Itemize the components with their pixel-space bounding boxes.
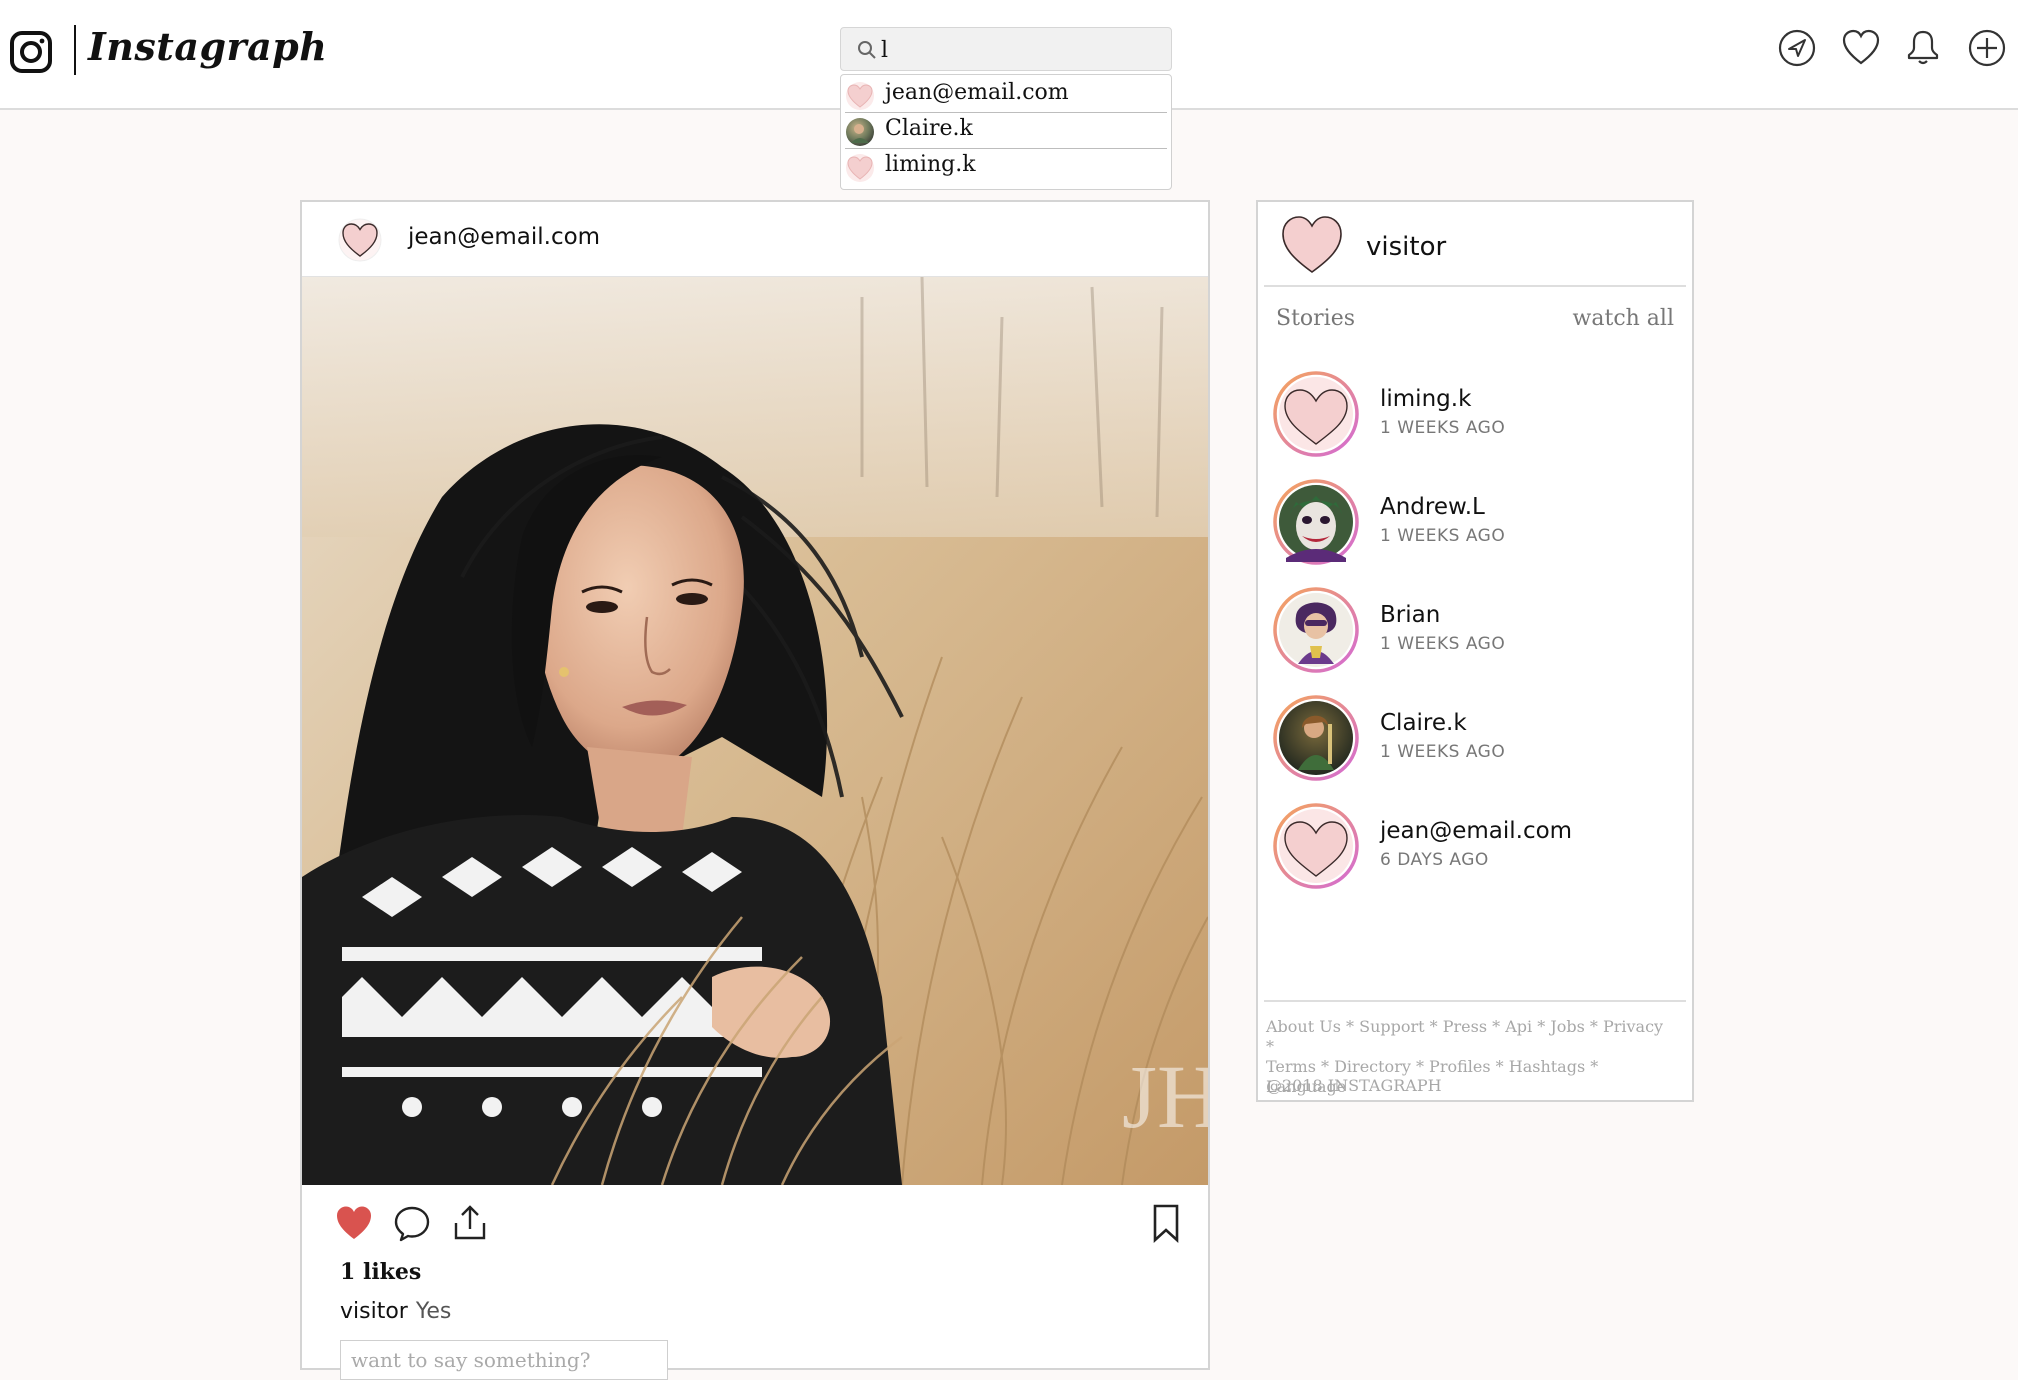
story-time: 1 WEEKS AGO	[1380, 634, 1506, 654]
copyright-text: @2018 INSTAGRAPH	[1266, 1076, 1442, 1095]
like-icon[interactable]	[334, 1203, 374, 1243]
suggestion-label: liming.k	[885, 152, 976, 177]
add-icon[interactable]	[1967, 28, 2007, 68]
heart-avatar-icon	[846, 154, 874, 182]
bookmark-icon[interactable]	[1146, 1203, 1186, 1243]
suggestion-item[interactable]: liming.k	[845, 149, 1167, 184]
suggestion-label: jean@email.com	[885, 80, 1069, 105]
story-username: Brian	[1380, 602, 1441, 628]
post-action-bar	[302, 1197, 1208, 1257]
story-time: 6 DAYS AGO	[1380, 850, 1489, 870]
joker-avatar-icon	[1273, 479, 1359, 565]
sidebar-panel: visitor Stories watch all liming.k 1 WEE…	[1256, 200, 1694, 1102]
story-item[interactable]: jean@email.com 6 DAYS AGO	[1272, 802, 1682, 892]
footer-links-line-1[interactable]: About Us * Support * Press * Api * Jobs …	[1266, 1017, 1666, 1057]
watch-all-link[interactable]: watch all	[1573, 306, 1674, 331]
story-username: Claire.k	[1380, 710, 1467, 736]
share-icon[interactable]	[450, 1203, 490, 1243]
heart-avatar-icon	[1273, 371, 1359, 457]
warrior-avatar-icon	[1273, 695, 1359, 781]
caption-text: Yes	[415, 1299, 452, 1324]
stories-heading: Stories	[1276, 306, 1356, 331]
comment-input[interactable]	[341, 1341, 667, 1379]
story-username: jean@email.com	[1380, 818, 1573, 844]
character-avatar-icon	[846, 118, 874, 146]
post-card: jean@email.com JH 1 likes visitor Yes wa…	[300, 200, 1210, 1380]
likes-count: 1 likes	[340, 1259, 422, 1285]
explore-icon[interactable]	[1777, 28, 1817, 68]
story-item[interactable]: liming.k 1 WEEKS AGO	[1272, 370, 1682, 460]
logo-divider	[74, 25, 76, 75]
search-input[interactable]	[879, 31, 1163, 69]
heart-avatar-icon	[846, 82, 874, 110]
post-photo[interactable]: JH	[302, 277, 1208, 1185]
post-author-name[interactable]: jean@email.com	[408, 224, 600, 250]
profile-icon[interactable]	[1903, 28, 1943, 68]
instagram-logo-icon[interactable]	[9, 30, 53, 74]
current-user-avatar-icon[interactable]	[1278, 210, 1346, 278]
post-caption: visitor Yes	[340, 1299, 451, 1324]
story-time: 1 WEEKS AGO	[1380, 418, 1506, 438]
heroine-avatar-icon	[1273, 587, 1359, 673]
heart-avatar-icon	[1273, 803, 1359, 889]
story-username: liming.k	[1380, 386, 1472, 412]
photo-watermark: JH	[1122, 1048, 1208, 1147]
caption-username[interactable]: visitor	[340, 1299, 408, 1324]
story-username: Andrew.L	[1380, 494, 1485, 520]
author-avatar-icon[interactable]	[338, 218, 382, 262]
story-time: 1 WEEKS AGO	[1380, 526, 1506, 546]
suggestion-item[interactable]: jean@email.com	[845, 77, 1167, 113]
comment-field[interactable]	[340, 1340, 668, 1380]
search-suggestions-dropdown: jean@email.com Claire.k liming.k	[840, 74, 1172, 190]
brand-wordmark[interactable]: Instagraph	[88, 24, 327, 69]
story-time: 1 WEEKS AGO	[1380, 742, 1506, 762]
search-box[interactable]	[840, 27, 1172, 71]
post-header: jean@email.com	[302, 202, 1208, 277]
suggestion-item[interactable]: Claire.k	[845, 113, 1167, 149]
divider	[1264, 1000, 1686, 1002]
story-item[interactable]: Brian 1 WEEKS AGO	[1272, 586, 1682, 676]
suggestion-label: Claire.k	[885, 116, 973, 141]
search-icon	[858, 41, 876, 59]
divider	[1264, 285, 1686, 287]
heart-icon[interactable]	[1841, 28, 1881, 68]
story-item[interactable]: Andrew.L 1 WEEKS AGO	[1272, 478, 1682, 568]
comment-icon[interactable]	[392, 1203, 432, 1243]
story-item[interactable]: Claire.k 1 WEEKS AGO	[1272, 694, 1682, 784]
current-user-name[interactable]: visitor	[1366, 232, 1446, 262]
